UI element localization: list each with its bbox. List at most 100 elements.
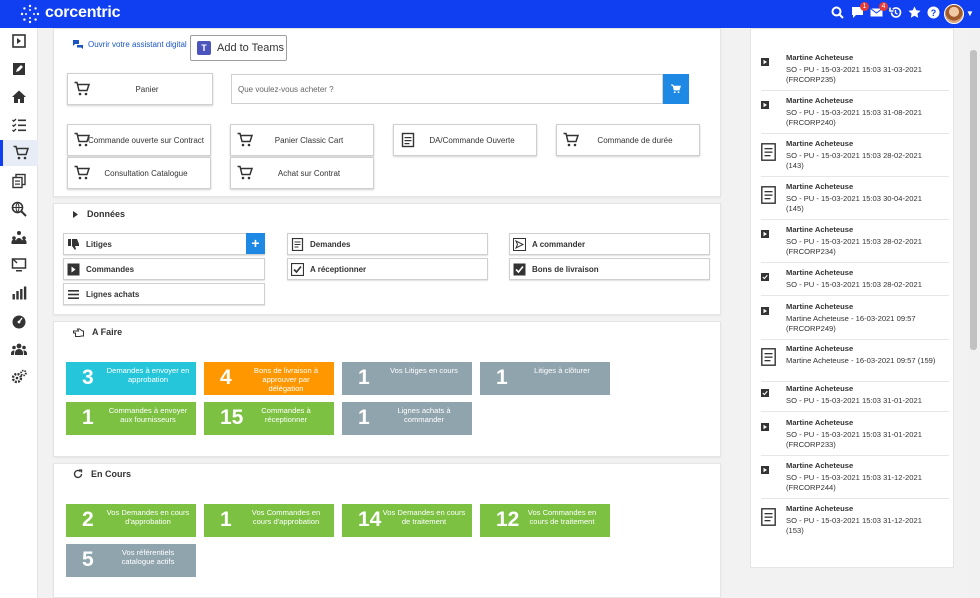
- a-faire-header[interactable]: A Faire: [73, 327, 122, 337]
- brand-name[interactable]: corcentric: [45, 4, 121, 22]
- sidebar-item-users[interactable]: [0, 336, 38, 362]
- search-icon[interactable]: [829, 6, 845, 22]
- tile-demandes-en-traitement[interactable]: 14 Vos Demandes en cours de traitement: [342, 504, 472, 537]
- sidebar-item-purchase[interactable]: [0, 140, 38, 166]
- sidebar-item-home[interactable]: [0, 84, 38, 110]
- tile-commandes-a-envoyer[interactable]: 1 Commandes à envoyer aux fournisseurs: [66, 402, 196, 435]
- lignes-achats-button[interactable]: Lignes achats: [63, 283, 265, 305]
- cart-icon: [74, 132, 90, 147]
- star-icon[interactable]: [906, 6, 922, 22]
- a-commander-button[interactable]: A commander: [509, 233, 710, 255]
- panier-classic-cart-button[interactable]: Panier Classic Cart: [230, 124, 374, 156]
- da-commande-ouverte-button[interactable]: DA/Commande Ouverte: [393, 124, 537, 156]
- send-icon: [513, 237, 526, 251]
- sidebar-item-dashboard[interactable]: [0, 308, 38, 334]
- activity-detail: SO - PU - 15-03-2021 15:03 28-02-2021: [786, 280, 922, 289]
- sidebar-item-documents[interactable]: [0, 168, 38, 194]
- tile-demandes-en-approbation[interactable]: 2 Vos Demandes en cours d'approbation: [66, 504, 196, 537]
- sidebar-item-reports[interactable]: [0, 280, 38, 306]
- assistant-label: Ouvrir votre assistant digital: [88, 40, 187, 49]
- cart-icon: [13, 145, 29, 160]
- activity-ref: (143): [786, 161, 804, 170]
- checkbox-icon: [761, 389, 769, 397]
- en-cours-header[interactable]: En Cours: [73, 469, 131, 479]
- page-scrollbar[interactable]: [967, 28, 980, 598]
- activity-item[interactable]: Martine Acheteuse Martine Acheteuse - 16…: [761, 302, 949, 340]
- tile-label: Vos Demandes en cours de traitement: [382, 508, 466, 526]
- activity-detail: SO - PU - 15-03-2021 15:03 31-12-2021: [786, 516, 922, 525]
- activity-author: Martine Acheteuse: [786, 461, 854, 470]
- litiges-button[interactable]: Litiges: [63, 233, 265, 255]
- history-icon[interactable]: [887, 6, 903, 22]
- tile-litiges-a-cloturer[interactable]: 1 Litiges à clôturer: [480, 362, 610, 395]
- play-icon: [761, 58, 769, 66]
- tile-label: Commandes à réceptionner: [261, 406, 311, 424]
- activity-item[interactable]: Martine Acheteuse SO - PU - 15-03-2021 1…: [761, 418, 949, 456]
- cart-icon: [74, 81, 90, 96]
- demandes-button[interactable]: Demandes: [287, 233, 488, 255]
- search-cart-button[interactable]: [663, 74, 689, 104]
- commande-de-duree-button[interactable]: Commande de durée: [556, 124, 700, 156]
- activity-item[interactable]: Martine Acheteuse Martine Acheteuse - 16…: [761, 344, 949, 382]
- activity-item[interactable]: Martine Acheteuse SO - PU - 15-03-2021 1…: [761, 504, 949, 542]
- activity-item[interactable]: Martine Acheteuse SO - PU - 15-03-2021 1…: [761, 461, 949, 499]
- litiges-label: Litiges: [86, 239, 112, 249]
- a-receptionner-button[interactable]: A réceptionner: [287, 258, 488, 280]
- activity-item[interactable]: Martine Acheteuse SO - PU - 15-03-2021 1…: [761, 182, 949, 220]
- activity-item[interactable]: Martine Acheteuse SO - PU - 15-03-2021 1…: [761, 139, 949, 177]
- activity-item[interactable]: Martine Acheteuse SO - PU - 15-03-2021 1…: [761, 96, 949, 134]
- tile-count: 3: [82, 366, 94, 389]
- tile-count: 15: [220, 406, 244, 429]
- gears-icon: [11, 369, 27, 384]
- activity-item[interactable]: Martine Acheteuse SO - PU - 15-03-2021 1…: [761, 268, 949, 296]
- sidebar-item-tasks[interactable]: [0, 112, 38, 138]
- bons-de-livraison-button[interactable]: Bons de livraison: [509, 258, 710, 280]
- activity-ref: (153): [786, 526, 804, 535]
- document-icon: [761, 186, 776, 204]
- consultation-catalogue-button[interactable]: Consultation Catalogue: [67, 157, 211, 189]
- activity-author: Martine Acheteuse: [786, 344, 854, 353]
- add-litige-button[interactable]: +: [246, 233, 265, 254]
- sidebar-item-collapse[interactable]: [0, 28, 38, 54]
- corcentric-logo-icon: [20, 4, 40, 24]
- sidebar-item-edit[interactable]: [0, 56, 38, 82]
- tile-count: 1: [358, 406, 370, 429]
- tile-referentiels-catalogue[interactable]: 5 Vos référentiels catalogue actifs: [66, 544, 196, 577]
- product-search-input[interactable]: Que voulez-vous acheter ?: [231, 74, 663, 104]
- sidebar-item-screens[interactable]: [0, 252, 38, 278]
- tile-commandes-en-traitement[interactable]: 12 Vos Commandes en cours de traitement: [480, 504, 610, 537]
- activity-author: Martine Acheteuse: [786, 504, 854, 513]
- tile-lignes-achats-a-commander[interactable]: 1 Lignes achats à commander: [342, 402, 472, 435]
- activity-author: Martine Acheteuse: [786, 268, 854, 277]
- activity-author: Martine Acheteuse: [786, 418, 854, 427]
- commande-ouverte-contract-button[interactable]: Commande ouverte sur Contract: [67, 124, 211, 156]
- achat-sur-contrat-button[interactable]: Achat sur Contrat: [230, 157, 374, 189]
- sidebar-item-suppliers[interactable]: [0, 224, 38, 250]
- help-icon[interactable]: ?: [925, 6, 941, 22]
- activity-item[interactable]: Martine Acheteuse SO - PU - 15-03-2021 1…: [761, 225, 949, 263]
- add-to-teams-button[interactable]: T Add to Teams: [190, 35, 287, 61]
- user-avatar[interactable]: [944, 4, 964, 24]
- activity-item[interactable]: Martine Acheteuse SO - PU - 15-03-2021 1…: [761, 53, 949, 91]
- activity-item[interactable]: Martine Acheteuse SO - PU - 15-03-2021 1…: [761, 384, 949, 412]
- mail-icon[interactable]: 4: [868, 2, 888, 22]
- panier-button[interactable]: Panier: [67, 73, 213, 105]
- tile-count: 4: [220, 366, 232, 389]
- tile-litiges-en-cours[interactable]: 1 Vos Litiges en cours: [342, 362, 472, 395]
- tile-demandes-a-envoyer[interactable]: 3 Demandes à envoyer en approbation: [66, 362, 196, 395]
- chevron-down-icon[interactable]: ▼: [966, 9, 974, 18]
- sidebar-item-settings[interactable]: [0, 364, 38, 390]
- scrollbar-thumb[interactable]: [970, 50, 977, 350]
- tile-count: 2: [82, 508, 94, 531]
- tile-commandes-a-receptionner[interactable]: 15 Commandes à réceptionner: [204, 402, 334, 435]
- sidebar-item-search[interactable]: [0, 196, 38, 222]
- refresh-icon: [73, 469, 83, 479]
- tile-label: Vos Commandes en cours d'approbation: [251, 508, 321, 526]
- tile-bons-a-approuver[interactable]: 4 Bons de livraison à approuver par délé…: [204, 362, 334, 395]
- commandes-button[interactable]: Commandes: [63, 258, 265, 280]
- chat-icon[interactable]: 1: [849, 2, 869, 22]
- cart-icon: [74, 165, 90, 180]
- tile-commandes-en-approbation[interactable]: 1 Vos Commandes en cours d'approbation: [204, 504, 334, 537]
- donnees-header[interactable]: Données: [73, 209, 125, 219]
- assistant-link[interactable]: Ouvrir votre assistant digital: [73, 40, 187, 49]
